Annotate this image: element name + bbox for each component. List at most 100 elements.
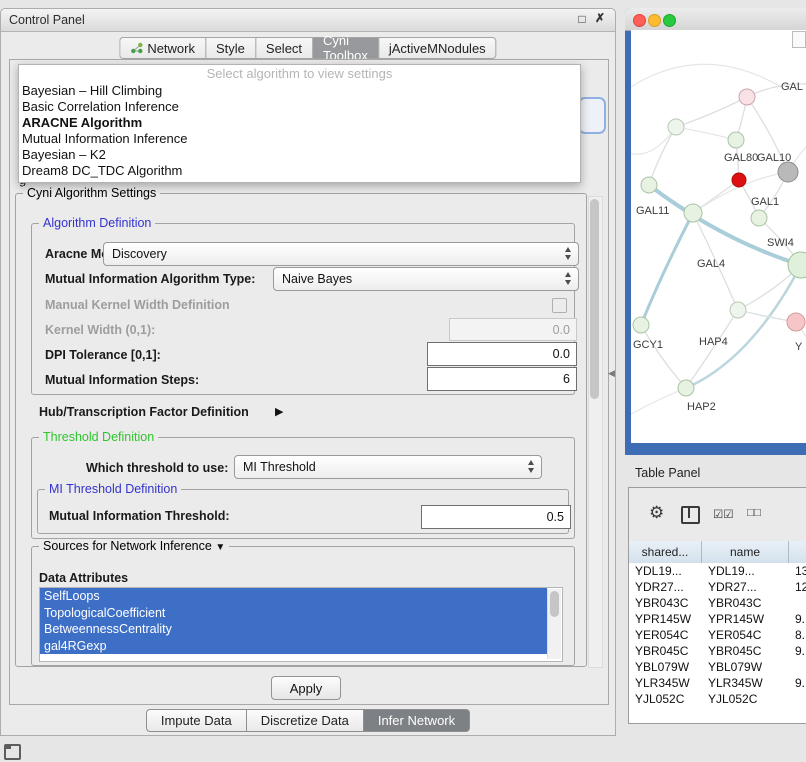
attribute-list-item[interactable]: gal4RGexp [40,638,547,655]
hub-section-label[interactable]: Hub/Transcription Factor Definition [39,405,249,419]
mac-close-button[interactable] [633,14,646,27]
settings-scrollbar[interactable] [588,196,603,668]
docked-panel-icon[interactable] [4,744,21,760]
algorithm-option[interactable]: Basic Correlation Inference [19,99,580,115]
manual-kernel-width-label: Manual Kernel Width Definition [45,298,230,312]
column-header-shared-name[interactable]: shared... [629,541,702,563]
algorithm-menu-placeholder: Select algorithm to view settings [19,65,580,83]
list-scrollbar[interactable] [547,589,561,659]
data-attributes-label: Data Attributes [39,571,128,585]
network-node[interactable] [684,204,702,222]
mi-threshold-field[interactable]: 0.5 [421,505,571,529]
network-node[interactable] [732,173,746,187]
tab-jactivemnodules[interactable]: jActiveMNodules [378,37,497,59]
table-row[interactable]: YBR045CYBR045C9. [629,643,806,659]
algorithm-option[interactable]: ARACNE Algorithm [19,115,580,131]
network-edge[interactable] [686,310,738,388]
tab-impute-data[interactable]: Impute Data [146,709,247,732]
network-node[interactable] [778,162,798,182]
tab-select[interactable]: Select [255,37,312,59]
expand-down-icon[interactable]: ▼ [215,542,225,553]
table-cell [789,659,806,675]
tab-discretize-data[interactable]: Discretize Data [247,709,364,732]
column-header-clipped[interactable] [789,541,806,563]
list-scrollbar-thumb[interactable] [550,591,559,617]
network-node[interactable] [633,317,649,333]
table-row[interactable]: YDL19...YDL19...13 [629,563,806,579]
attribute-list-item[interactable]: SelfLoops [40,588,547,605]
table-cell: 13 [789,563,806,579]
apply-button[interactable]: Apply [271,676,341,700]
mi-steps-field[interactable]: 6 [427,367,577,391]
algorithm-option[interactable]: Mutual Information Inference [19,131,580,147]
network-edge[interactable] [631,388,686,420]
network-edge[interactable] [676,97,747,127]
table-row[interactable]: YPR145WYPR145W9. [629,611,806,627]
gear-icon[interactable]: ⚙ [649,504,664,521]
bottom-tabbar: Impute Data Discretize Data Infer Networ… [1,709,615,732]
field-value: 0.5 [547,510,564,524]
tab-infer-network[interactable]: Infer Network [364,709,470,732]
table-row[interactable]: YJL052CYJL052C [629,691,806,707]
network-edge[interactable] [631,64,781,90]
network-node-label: Y [795,341,803,353]
kernel-width-field[interactable]: 0.0 [449,318,577,341]
network-node-label: GAL80 [724,152,758,164]
network-edge[interactable] [649,127,676,185]
aracne-mode-combobox[interactable]: Discovery [103,242,579,266]
table-row[interactable]: YBR043CYBR043C [629,595,806,611]
network-edge[interactable] [676,127,736,140]
mi-algorithm-type-label: Mutual Information Algorithm Type: [45,272,255,286]
network-node[interactable] [730,302,746,318]
mac-zoom-button[interactable] [663,14,676,27]
tab-label: Select [266,41,302,56]
mi-algorithm-type-combobox[interactable]: Naive Bayes [273,267,579,291]
tab-style[interactable]: Style [205,37,255,59]
tab-network[interactable]: Network [119,37,205,59]
group-title: MI Threshold Definition [45,482,181,496]
manual-kernel-width-checkbox[interactable] [552,298,567,313]
algorithm-combobox-fragment[interactable] [578,97,606,134]
network-node[interactable] [787,313,805,331]
float-window-icon[interactable]: □ [575,12,589,26]
table-row[interactable]: YBL079WYBL079W [629,659,806,675]
algorithm-option[interactable]: Dream8 DC_TDC Algorithm [19,163,580,179]
column-header-name[interactable]: name [702,541,789,563]
network-node[interactable] [668,119,684,135]
table-cell: YER054C [702,627,789,643]
network-edge[interactable] [641,325,686,388]
data-attributes-list[interactable]: SelfLoopsTopologicalCoefficientBetweenne… [39,587,563,662]
network-node[interactable] [678,380,694,396]
unchecked-columns-icon[interactable]: □□ [747,507,761,519]
close-window-icon[interactable]: ✗ [593,11,607,25]
network-edge[interactable] [686,265,801,388]
table-body: YDL19...YDL19...13YDR27...YDR27...12YBR0… [629,563,806,707]
table-cell: 8. [789,627,806,643]
network-canvas[interactable]: GALGAL80GAL10GAL11GAL1SWI4GAL4GCY1HAP4HA… [631,30,806,443]
columns-icon[interactable] [681,506,700,524]
mac-minimize-button[interactable] [648,14,661,27]
splitter-collapse-arrow[interactable]: ◀ [608,368,615,379]
attribute-list-item[interactable]: BetweennessCentrality [40,621,547,638]
which-threshold-combobox[interactable]: MI Threshold [234,455,542,479]
table-row[interactable]: YLR345WYLR345W9. [629,675,806,691]
network-node[interactable] [641,177,657,193]
network-edge[interactable] [641,213,693,325]
checked-columns-icon[interactable]: ☑☑ [713,507,734,521]
network-node[interactable] [739,89,755,105]
expand-right-icon[interactable]: ▶ [275,405,283,418]
table-row[interactable]: YER054CYER054C8. [629,627,806,643]
table-row[interactable]: YDR27...YDR27...12 [629,579,806,595]
settings-scrollbar-thumb[interactable] [590,199,599,399]
sources-title[interactable]: Sources for Network Inference [43,539,212,553]
control-panel-titlebar: Control Panel □ ✗ [1,9,615,32]
tab-cyni-toolbox[interactable]: Cyni Toolbox [312,37,378,59]
network-node-label: GCY1 [633,339,663,351]
dpi-tolerance-field[interactable]: 0.0 [427,342,577,366]
attribute-list-item[interactable]: TopologicalCoefficient [40,605,547,622]
algorithm-option[interactable]: Bayesian – K2 [19,147,580,163]
table-header: shared... name [629,541,806,564]
network-node[interactable] [751,210,767,226]
network-node[interactable] [728,132,744,148]
algorithm-option[interactable]: Bayesian – Hill Climbing [19,83,580,99]
